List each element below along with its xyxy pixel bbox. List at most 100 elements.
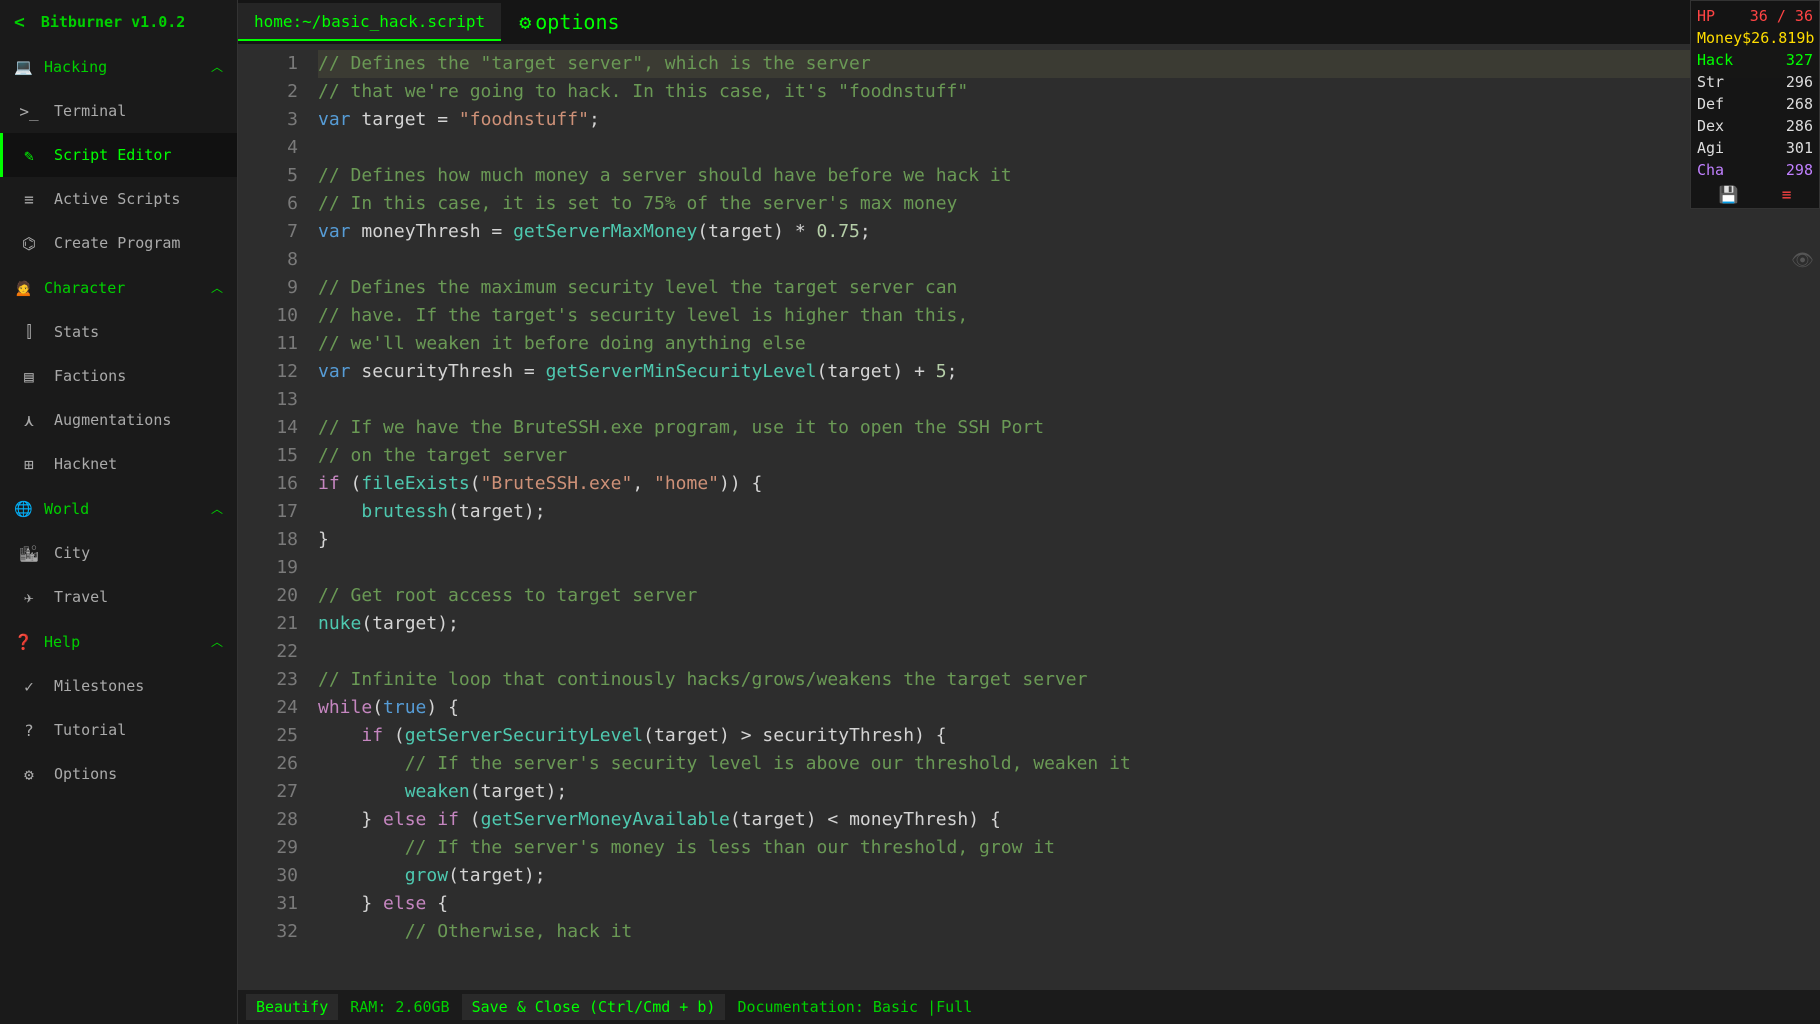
code-line[interactable]: nuke(target); bbox=[318, 610, 1820, 638]
code-line[interactable]: var securityThresh = getServerMinSecurit… bbox=[318, 358, 1820, 386]
sidebar-section-world[interactable]: 🌐World︿ bbox=[0, 486, 237, 531]
sidebar-item-milestones[interactable]: ✓Milestones bbox=[0, 664, 237, 708]
line-number: 17 bbox=[238, 498, 298, 526]
line-number: 14 bbox=[238, 414, 298, 442]
augmentations-icon: ⋏ bbox=[14, 411, 44, 430]
sidebar-item-factions[interactable]: ▤Factions bbox=[0, 354, 237, 398]
section-icon: ❓ bbox=[14, 633, 44, 651]
sidebar-section-hacking[interactable]: 💻Hacking︿ bbox=[0, 44, 237, 89]
visibility-toggle-icon[interactable]: 👁 bbox=[1791, 250, 1814, 271]
code-line[interactable] bbox=[318, 386, 1820, 414]
line-number: 7 bbox=[238, 218, 298, 246]
main-area: home:~/basic_hack.script ⚙options 123456… bbox=[238, 0, 1820, 1024]
code-line[interactable]: // we'll weaken it before doing anything… bbox=[318, 330, 1820, 358]
kill-scripts-icon[interactable]: ≡ bbox=[1782, 185, 1792, 204]
sidebar-item-terminal[interactable]: >_Terminal bbox=[0, 89, 237, 133]
code-line[interactable]: var moneyThresh = getServerMaxMoney(targ… bbox=[318, 218, 1820, 246]
code-line[interactable]: } else { bbox=[318, 890, 1820, 918]
chevron-up-icon: ︿ bbox=[211, 500, 223, 517]
code-line[interactable] bbox=[318, 134, 1820, 162]
code-line[interactable]: } else if (getServerMoneyAvailable(targe… bbox=[318, 806, 1820, 834]
sidebar-item-city[interactable]: 🏙City bbox=[0, 531, 237, 575]
code-content[interactable]: // Defines the "target server", which is… bbox=[318, 44, 1820, 990]
docs-full-link[interactable]: Full bbox=[936, 998, 972, 1016]
code-line[interactable]: // In this case, it is set to 75% of the… bbox=[318, 190, 1820, 218]
options-button[interactable]: ⚙options bbox=[509, 10, 629, 34]
code-line[interactable]: // Defines the maximum security level th… bbox=[318, 274, 1820, 302]
code-line[interactable] bbox=[318, 554, 1820, 582]
code-line[interactable]: if (getServerSecurityLevel(target) > sec… bbox=[318, 722, 1820, 750]
line-number: 26 bbox=[238, 750, 298, 778]
code-line[interactable]: // Otherwise, hack it bbox=[318, 918, 1820, 946]
save-icon[interactable]: 💾 bbox=[1719, 185, 1739, 204]
code-line[interactable]: // that we're going to hack. In this cas… bbox=[318, 78, 1820, 106]
line-number: 27 bbox=[238, 778, 298, 806]
line-number: 30 bbox=[238, 862, 298, 890]
line-number: 20 bbox=[238, 582, 298, 610]
tab-file[interactable]: home:~/basic_hack.script bbox=[238, 3, 501, 41]
line-gutter: 1234567891011121314151617181920212223242… bbox=[238, 44, 318, 990]
editor-footer: Beautify RAM: 2.60GB Save & Close (Ctrl/… bbox=[238, 990, 1820, 1024]
line-number: 2 bbox=[238, 78, 298, 106]
create-program-icon: ⌬ bbox=[14, 234, 44, 253]
code-line[interactable]: // Infinite loop that continously hacks/… bbox=[318, 666, 1820, 694]
line-number: 8 bbox=[238, 246, 298, 274]
ram-usage: RAM: 2.60GB bbox=[350, 998, 449, 1016]
code-line[interactable]: if (fileExists("BruteSSH.exe", "home")) … bbox=[318, 470, 1820, 498]
app-title: Bitburner v1.0.2 bbox=[41, 13, 186, 31]
city-icon: 🏙 bbox=[14, 544, 44, 563]
stats-icon: ⫿ bbox=[14, 322, 44, 342]
script-editor-icon: ✎ bbox=[14, 146, 44, 165]
back-chevron-icon[interactable]: < bbox=[14, 12, 25, 33]
sidebar-item-augmentations[interactable]: ⋏Augmentations bbox=[0, 398, 237, 442]
tab-bar: home:~/basic_hack.script ⚙options bbox=[238, 0, 1820, 44]
sidebar-item-script-editor[interactable]: ✎Script Editor bbox=[0, 133, 237, 177]
line-number: 12 bbox=[238, 358, 298, 386]
save-close-button[interactable]: Save & Close (Ctrl/Cmd + b) bbox=[462, 994, 726, 1020]
sidebar-item-travel[interactable]: ✈Travel bbox=[0, 575, 237, 619]
line-number: 23 bbox=[238, 666, 298, 694]
code-line[interactable]: // on the target server bbox=[318, 442, 1820, 470]
sidebar-item-create-program[interactable]: ⌬Create Program bbox=[0, 221, 237, 265]
code-line[interactable]: // If the server's money is less than ou… bbox=[318, 834, 1820, 862]
line-number: 9 bbox=[238, 274, 298, 302]
line-number: 28 bbox=[238, 806, 298, 834]
code-line[interactable] bbox=[318, 638, 1820, 666]
code-line[interactable]: // Defines the "target server", which is… bbox=[318, 50, 1820, 78]
sidebar-item-stats[interactable]: ⫿Stats bbox=[0, 310, 237, 354]
sidebar-item-options[interactable]: ⚙Options bbox=[0, 752, 237, 796]
tutorial-icon: ? bbox=[14, 721, 44, 740]
code-line[interactable]: } bbox=[318, 526, 1820, 554]
code-line[interactable]: // Defines how much money a server shoul… bbox=[318, 162, 1820, 190]
hacknet-icon: ⊞ bbox=[14, 455, 44, 474]
docs-basic-link[interactable]: Basic bbox=[873, 998, 918, 1016]
code-line[interactable]: weaken(target); bbox=[318, 778, 1820, 806]
sidebar-item-hacknet[interactable]: ⊞Hacknet bbox=[0, 442, 237, 486]
sidebar-section-character[interactable]: 🙍Character︿ bbox=[0, 265, 237, 310]
sidebar-section-help[interactable]: ❓Help︿ bbox=[0, 619, 237, 664]
code-line[interactable]: while(true) { bbox=[318, 694, 1820, 722]
travel-icon: ✈ bbox=[14, 588, 44, 607]
code-line[interactable]: // Get root access to target server bbox=[318, 582, 1820, 610]
line-number: 13 bbox=[238, 386, 298, 414]
code-line[interactable] bbox=[318, 246, 1820, 274]
options-icon: ⚙ bbox=[14, 765, 44, 784]
code-line[interactable]: brutessh(target); bbox=[318, 498, 1820, 526]
docs-label: Documentation: Basic |Full bbox=[737, 998, 972, 1016]
stat-hp: HP36 / 36 bbox=[1697, 5, 1813, 27]
stat-str: Str296 bbox=[1697, 71, 1813, 93]
code-editor[interactable]: 1234567891011121314151617181920212223242… bbox=[238, 44, 1820, 990]
code-line[interactable]: grow(target); bbox=[318, 862, 1820, 890]
code-line[interactable]: // If the server's security level is abo… bbox=[318, 750, 1820, 778]
line-number: 19 bbox=[238, 554, 298, 582]
beautify-button[interactable]: Beautify bbox=[246, 994, 338, 1020]
gear-icon: ⚙ bbox=[519, 10, 531, 34]
sidebar-item-active-scripts[interactable]: ≡Active Scripts bbox=[0, 177, 237, 221]
sidebar-item-tutorial[interactable]: ?Tutorial bbox=[0, 708, 237, 752]
code-line[interactable]: // have. If the target's security level … bbox=[318, 302, 1820, 330]
factions-icon: ▤ bbox=[14, 367, 44, 386]
code-line[interactable]: var target = "foodnstuff"; bbox=[318, 106, 1820, 134]
stat-cha: Cha298 bbox=[1697, 159, 1813, 181]
line-number: 4 bbox=[238, 134, 298, 162]
code-line[interactable]: // If we have the BruteSSH.exe program, … bbox=[318, 414, 1820, 442]
